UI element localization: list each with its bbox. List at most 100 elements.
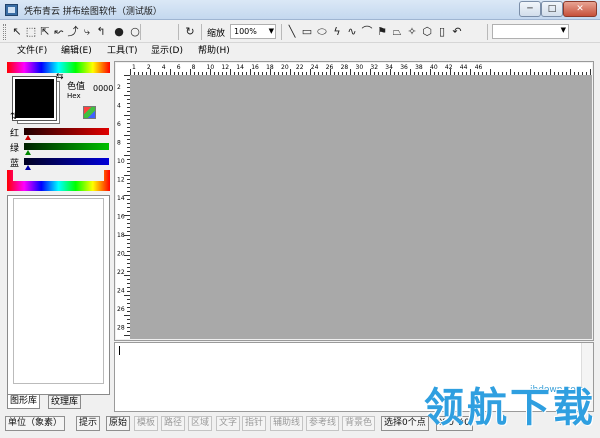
status-item[interactable]: 区域 (188, 416, 213, 431)
status-item[interactable]: 背景色 (342, 416, 376, 431)
menu-help[interactable]: 帮助(H) (198, 45, 230, 58)
status-item[interactable]: 原始 (106, 416, 131, 431)
trapezoid-tool[interactable]: ⏢ (390, 24, 404, 40)
rect-select-tool[interactable]: ⬚ (24, 24, 38, 40)
ruler-label: 20 (117, 251, 125, 258)
menu-view[interactable]: 显示(D) (151, 45, 183, 58)
foreground-color-swatch[interactable] (12, 76, 57, 121)
red-slider[interactable] (24, 128, 109, 135)
node-arrow-tool[interactable]: ⇱ (38, 24, 52, 40)
rectangle-tool[interactable]: ▭ (300, 24, 314, 40)
curve-tool[interactable]: ∿ (345, 24, 359, 40)
green-slider[interactable] (24, 143, 109, 150)
ruler-corner (116, 63, 130, 75)
window-title: 凭布青云 拼布绘图软件（测试版） (24, 7, 162, 17)
red-slider-handle[interactable] (25, 135, 31, 140)
star-tool[interactable]: ✧ (405, 24, 419, 40)
status-item[interactable]: 提示 (76, 416, 101, 431)
status-item[interactable]: 选择0个点 (381, 416, 429, 431)
menu-edit[interactable]: 编辑(E) (61, 45, 92, 58)
toolbar-separator (178, 24, 179, 40)
shape-library-list[interactable] (7, 195, 110, 395)
tab-texture-library[interactable]: 纹理库 (48, 395, 82, 409)
curve-edit-tool[interactable]: ⤴ (66, 24, 80, 40)
menu-tools[interactable]: 工具(T) (107, 45, 138, 58)
style-combo[interactable]: ▼ (492, 24, 569, 39)
green-slider-handle[interactable] (25, 150, 31, 155)
color-value-label: 色值 (67, 82, 86, 92)
status-item[interactable]: 参考线 (306, 416, 340, 431)
hex-value[interactable]: 0000 (93, 84, 113, 93)
ruler-label: 6 (177, 64, 181, 71)
status-item[interactable]: 指针 (242, 416, 267, 431)
copy-arrow-tool[interactable]: ⤷ (80, 24, 94, 40)
cylinder-tool[interactable]: ▯ (435, 24, 449, 40)
menu-bar: 文件(F) 编辑(E) 工具(T) 显示(D) 帮助(H) (0, 43, 600, 60)
ruler-label: 18 (266, 64, 274, 71)
ruler-label: 14 (117, 195, 125, 202)
ruler-label: 24 (117, 288, 125, 295)
vertical-ruler[interactable]: 2 4 6 8 10 12 14 16 18 20 22 24 26 28 (116, 75, 130, 339)
rotate-arrow-tool[interactable]: ↰ (94, 24, 108, 40)
hue-bar[interactable] (7, 170, 110, 191)
arc-tool[interactable]: ⌒ (360, 24, 374, 40)
minimize-button[interactable]: ─ (519, 1, 541, 17)
status-item[interactable]: 单位（象素） (5, 416, 66, 431)
status-item[interactable]: 文字 (216, 416, 241, 431)
ruler-label: 28 (117, 325, 125, 332)
refresh-tool[interactable]: ↻ (183, 24, 197, 40)
maximize-button[interactable]: □ (541, 1, 563, 17)
toolbar-separator (201, 24, 202, 40)
tab-shape-library[interactable]: 图形库 (7, 395, 41, 409)
point-move-tool[interactable]: ↜ (52, 24, 66, 40)
drawing-canvas[interactable] (130, 75, 592, 339)
ruler-label: 6 (117, 121, 121, 128)
empty-circle-tool[interactable]: ○ (128, 24, 142, 40)
status-item[interactable]: 路径 (161, 416, 186, 431)
fill-dot-tool[interactable]: ● (112, 24, 126, 40)
ruler-label: 46 (475, 64, 483, 71)
reset-colors-icon[interactable]: ⇅ (10, 112, 18, 122)
ruler-label: 32 (370, 64, 378, 71)
flag-tool[interactable]: ⚑ (375, 24, 389, 40)
hexagon-tool[interactable]: ⬡ (420, 24, 434, 40)
menu-file[interactable]: 文件(F) (17, 45, 47, 58)
blue-label: 蓝 (10, 159, 20, 169)
line-tool[interactable]: ╲ (285, 24, 299, 40)
ruler-label: 4 (162, 64, 166, 71)
ruler-label: 12 (117, 177, 125, 184)
app-icon (5, 4, 18, 16)
ruler-label: 16 (251, 64, 259, 71)
ruler-label: 12 (221, 64, 229, 71)
shape-library-content[interactable] (13, 198, 104, 384)
polyline-tool[interactable]: ϟ (330, 24, 344, 40)
palette-icon[interactable] (83, 106, 96, 119)
vertical-ruler-ticks: 246810121416182022242628 (117, 75, 130, 336)
swap-colors-icon[interactable]: ⇆ (56, 72, 64, 82)
ruler-label: 10 (207, 64, 215, 71)
title-bar: 凭布青云 拼布绘图软件（测试版） ─ □ ✕ (0, 0, 600, 20)
status-item[interactable]: 辅助线 (270, 416, 304, 431)
ruler-label: 2 (117, 84, 121, 91)
green-label: 绿 (10, 144, 20, 154)
select-arrow-tool[interactable]: ↖ (10, 24, 24, 40)
close-button[interactable]: ✕ (563, 1, 597, 17)
ruler-label: 1 (132, 64, 136, 71)
red-label: 红 (10, 129, 20, 139)
ruler-label: 2 (147, 64, 151, 71)
zoom-select[interactable]: 100% ▼ (230, 24, 276, 39)
status-item[interactable]: 模板 (134, 416, 159, 431)
horizontal-ruler[interactable]: 1 2 4 6 8 10 12 14 16 18 20 22 24 26 28 30 32 34 36 38 40 42 4… (130, 63, 592, 75)
ruler-label: 24 (311, 64, 319, 71)
ruler-label: 42 (445, 64, 453, 71)
blue-slider[interactable] (24, 158, 109, 165)
undo-tool[interactable]: ↶ (450, 24, 464, 40)
toolbar: 缩放 100% ▼ ▼ ↖ ⬚ ⇱ ↜ ⤴ ⤷ ↰ ● ○ ↻ ╲ ▭ ⬭ ϟ ∿ ⌒ ⚑ ⏢ ✧ ⬡ ▯ ↶ (0, 21, 600, 43)
toolbar-separator (487, 24, 488, 40)
ruler-label: 16 (117, 214, 125, 221)
toolbar-grip[interactable] (3, 24, 6, 40)
ruler-label: 44 (460, 64, 468, 71)
ruler-label: 8 (192, 64, 196, 71)
ellipse-tool[interactable]: ⬭ (315, 24, 329, 40)
ruler-label: 20 (281, 64, 289, 71)
